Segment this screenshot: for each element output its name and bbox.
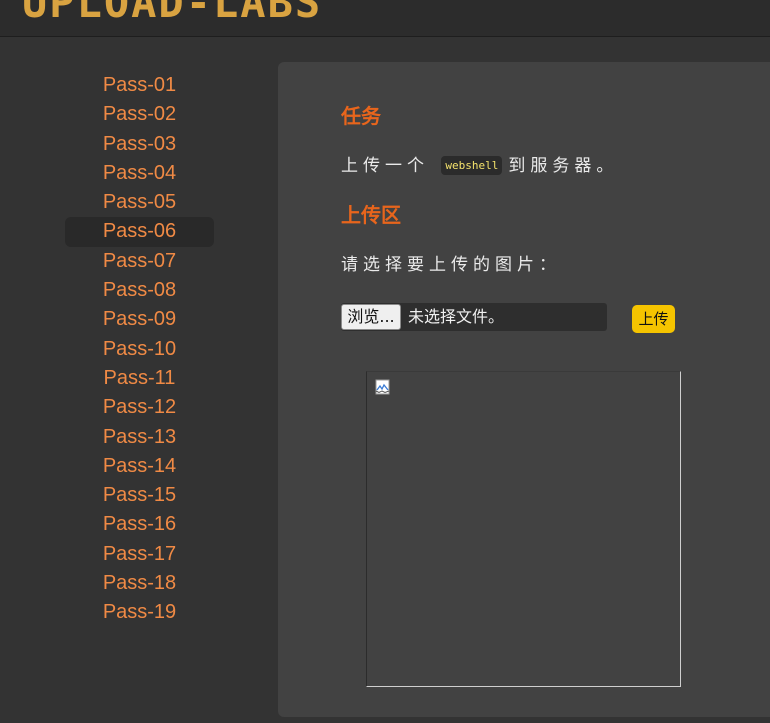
sidebar-item-pass-12[interactable]: Pass-12 xyxy=(65,393,214,422)
sidebar-item-pass-14[interactable]: Pass-14 xyxy=(65,452,214,481)
browse-button[interactable]: 浏览... xyxy=(341,304,401,330)
task-text-before: 上传一个 xyxy=(341,156,429,176)
main-panel: 任务 上传一个 webshell 到服务器。 上传区 请选择要上传的图片： 浏览.… xyxy=(278,62,770,717)
sidebar-item-pass-05[interactable]: Pass-05 xyxy=(65,188,214,217)
webshell-code: webshell xyxy=(441,156,503,175)
sidebar-item-pass-13[interactable]: Pass-13 xyxy=(65,423,214,452)
sidebar-item-pass-18[interactable]: Pass-18 xyxy=(65,569,214,598)
file-status-text: 未选择文件。 xyxy=(408,307,505,326)
sidebar-item-pass-04[interactable]: Pass-04 xyxy=(65,159,214,188)
image-preview xyxy=(366,371,681,687)
upload-prompt: 请选择要上传的图片： xyxy=(341,255,561,275)
sidebar-item-pass-16[interactable]: Pass-16 xyxy=(65,510,214,539)
sidebar-item-pass-11[interactable]: Pass-11 xyxy=(65,364,214,393)
sidebar-item-pass-07[interactable]: Pass-07 xyxy=(65,247,214,276)
sidebar-item-pass-10[interactable]: Pass-10 xyxy=(65,335,214,364)
sidebar-item-pass-06[interactable]: Pass-06 xyxy=(65,217,214,247)
broken-image-icon xyxy=(375,379,390,395)
upload-submit-button[interactable]: 上传 xyxy=(632,305,675,333)
sidebar-item-pass-19[interactable]: Pass-19 xyxy=(65,598,214,627)
sidebar-item-pass-03[interactable]: Pass-03 xyxy=(65,130,214,159)
file-input[interactable]: 浏览... 未选择文件。 xyxy=(341,303,607,331)
sidebar-item-pass-09[interactable]: Pass-09 xyxy=(65,305,214,334)
site-logo: UPLOAD-LABS xyxy=(22,0,323,27)
sidebar-item-pass-01[interactable]: Pass-01 xyxy=(65,71,214,100)
upload-area-heading: 上传区 xyxy=(341,203,401,227)
task-text-after: 到服务器。 xyxy=(508,156,619,176)
page-header: UPLOAD-LABS xyxy=(0,0,770,37)
sidebar-item-pass-15[interactable]: Pass-15 xyxy=(65,481,214,510)
task-heading: 任务 xyxy=(341,104,381,128)
sidebar-nav: Pass-01 Pass-02 Pass-03 Pass-04 Pass-05 Pass-… xyxy=(65,71,214,628)
sidebar-item-pass-17[interactable]: Pass-17 xyxy=(65,540,214,569)
task-description: 上传一个 webshell 到服务器。 xyxy=(341,151,618,176)
sidebar-item-pass-08[interactable]: Pass-08 xyxy=(65,276,214,305)
sidebar-item-pass-02[interactable]: Pass-02 xyxy=(65,100,214,129)
